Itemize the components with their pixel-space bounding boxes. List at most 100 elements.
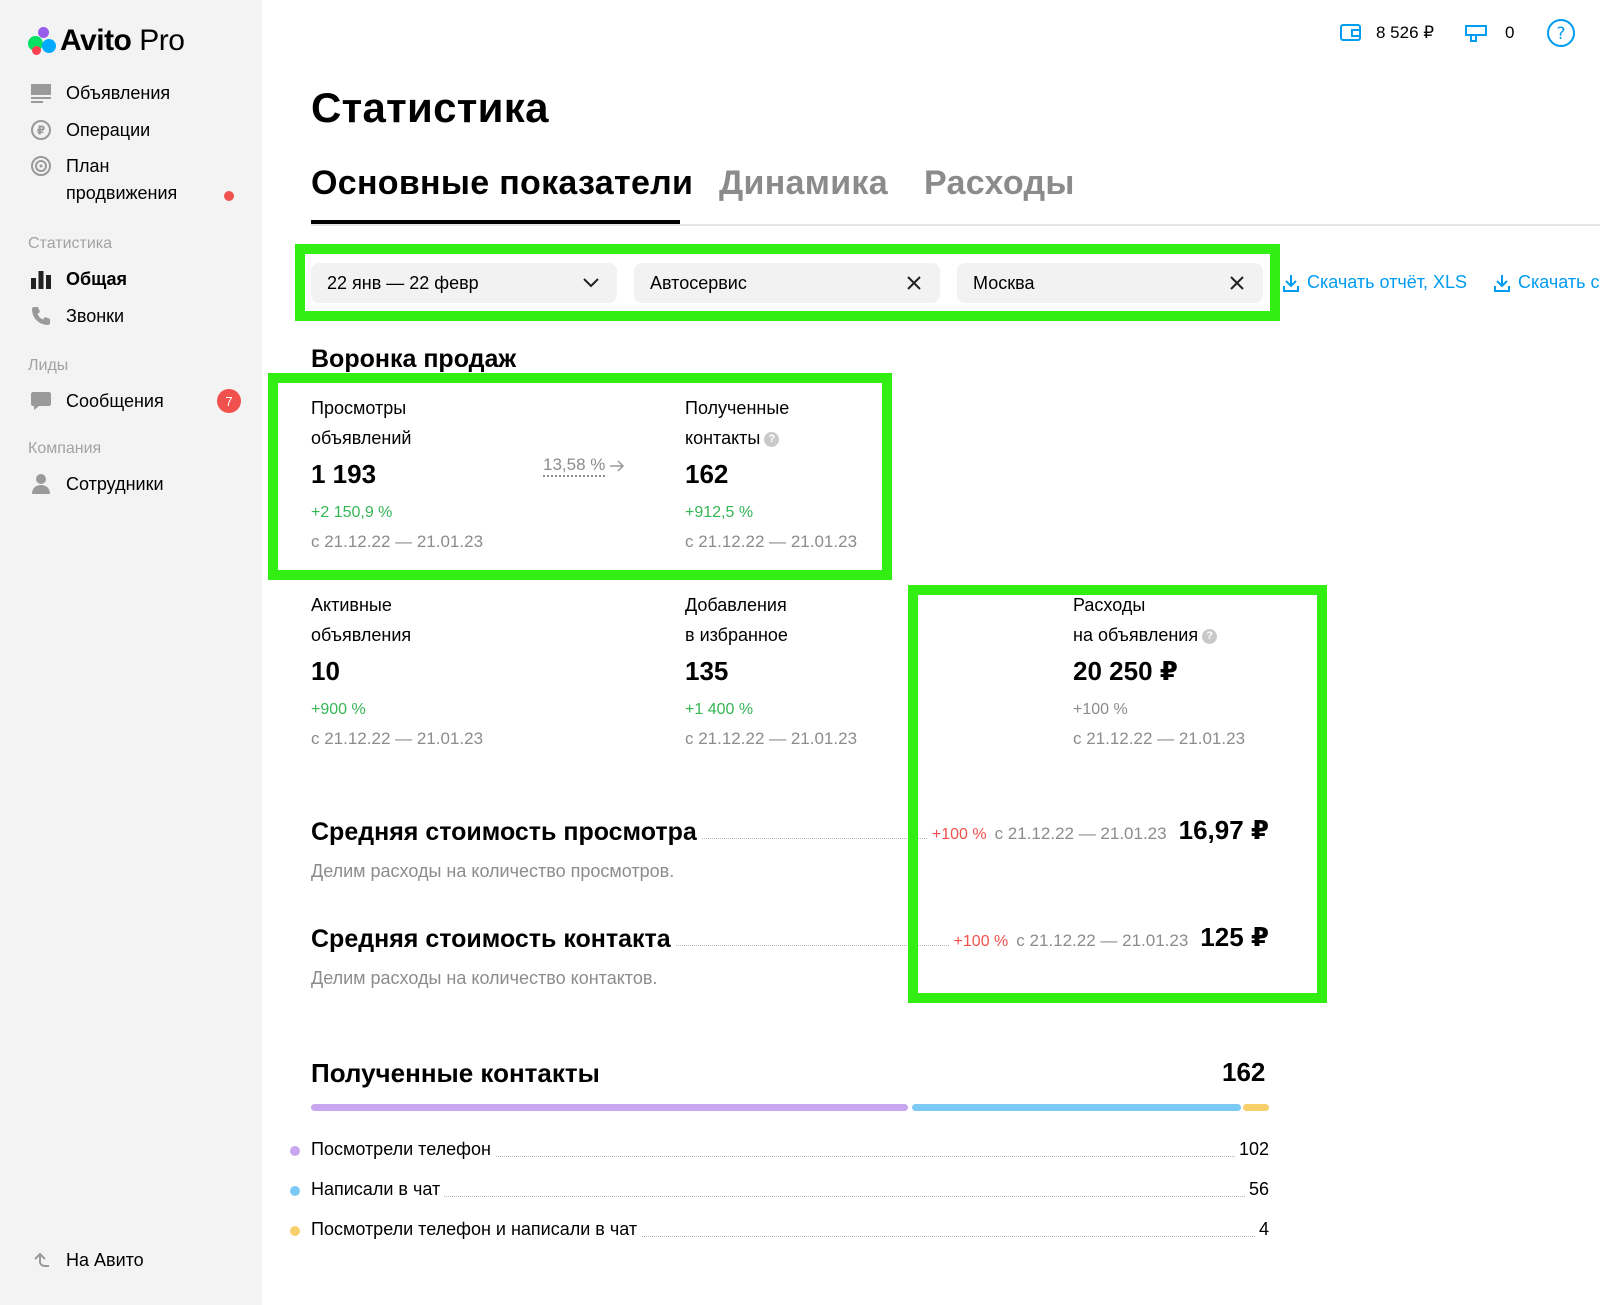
ads-icon [28,80,54,106]
bar-chart-icon [28,266,54,292]
active-ads-value: 10 [311,656,340,686]
sidebar-item-label: План продвижения [66,156,178,203]
sidebar-item-general[interactable]: Общая [28,266,127,293]
sidebar-item-label: Операции [66,120,151,140]
back-to-avito-link[interactable]: На Авито [28,1247,144,1274]
help-button[interactable]: ? [1546,18,1576,48]
period-select[interactable]: 22 янв — 22 февр [311,263,617,303]
metric-favorites: Добавления в избранное 135 +1 400 % с 21… [685,595,858,748]
sidebar-item-ads[interactable]: Объявления [28,80,170,107]
region-filter[interactable]: Москва [957,263,1263,303]
avg-cost-view-title: Средняя стоимость просмотра [311,818,701,846]
favorites-period: с 21.12.22 — 21.01.23 [685,729,858,748]
wallet-icon [1340,24,1361,41]
views-value: 1 193 [311,459,377,489]
balance-widget[interactable]: 8 526 ₽ [1340,18,1434,48]
download-icon [1494,274,1510,292]
contacts-value: 162 [685,459,729,489]
sidebar-item-employees[interactable]: Сотрудники [28,471,164,498]
metric-active-ads: Активные объявления 10 +900 % с 21.12.22… [311,595,484,748]
sidebar-item-label: Звонки [66,306,125,326]
legend-dot [290,1186,300,1196]
category-filter[interactable]: Автосервис [634,263,940,303]
tab-expenses[interactable]: Расходы [924,164,1075,203]
operations-icon: ₽ [28,117,54,143]
category-value: Автосервис [650,272,747,293]
download-other-label: Скачать с [1518,272,1600,292]
active-ads-change: +900 % [311,701,366,718]
message-icon [28,388,54,414]
bonus-icon [1465,25,1487,42]
active-ads-period: с 21.12.22 — 21.01.23 [311,729,484,748]
list-item: Посмотрели телефон 102 [290,1139,1269,1163]
legend-dot [290,1146,300,1156]
clear-category-icon[interactable] [902,271,926,295]
views-period: с 21.12.22 — 21.01.23 [311,532,484,551]
period-value: 22 янв — 22 февр [327,272,479,293]
phone-icon [28,303,54,329]
download-icon [1283,274,1299,292]
avito-logo-icon [28,26,58,56]
contacts-change: +912,5 % [685,504,754,521]
bonus-widget[interactable]: 0 [1465,18,1514,48]
back-arrow-icon [28,1247,54,1273]
sidebar-item-promotion-plan[interactable]: План продвижения [28,153,177,207]
section-company: Компания [28,440,102,457]
sidebar-item-label: Сотрудники [66,474,164,494]
svg-text:₽: ₽ [37,124,45,138]
sidebar-item-label: Объявления [66,83,171,103]
page-title: Статистика [311,84,549,131]
download-xls-label: Скачать отчёт, XLS [1307,272,1468,292]
sidebar-item-label: Сообщения [66,391,164,411]
section-statistics: Статистика [28,235,113,252]
legend-dot [290,1226,300,1236]
download-other-link[interactable]: Скачать с [1494,272,1600,293]
avg-cost-contact-change: +100 % [953,933,1009,950]
tab-main-indicators[interactable]: Основные показатели [311,164,693,203]
sidebar: Avito Pro Объявления ₽ Операции План про… [0,0,262,1305]
avito-pro-logo[interactable]: Avito Pro [28,24,185,58]
list-item: Посмотрели телефон и написали в чат 4 [290,1219,1269,1243]
sidebar-item-operations[interactable]: ₽ Операции [28,117,150,144]
favorites-change: +1 400 % [685,701,754,718]
avg-cost-view-value: 16,97 ₽ [1178,815,1269,845]
contacts-breakdown-total: 162 [1222,1057,1266,1087]
metric-contacts: Полученные контакты? 162 +912,5 % с 21.1… [685,398,858,551]
bar-segment-both [1243,1104,1269,1111]
tab-dynamics[interactable]: Динамика [719,164,888,203]
active-tab-indicator [311,220,680,224]
metric-views: Просмотры объявлений 1 193 +2 150,9 % с … [311,398,484,551]
region-value: Москва [973,272,1035,293]
download-xls-link[interactable]: Скачать отчёт, XLS [1283,272,1467,293]
svg-text:?: ? [1556,24,1565,44]
bonus-value: 0 [1505,23,1515,42]
notification-dot [224,191,234,201]
promotion-plan-icon [28,153,54,179]
avg-cost-contact-title: Средняя стоимость контакта [311,925,675,953]
avg-cost-view-change: +100 % [931,826,987,843]
avg-cost-contact-period: с 21.12.22 — 21.01.23 [1016,931,1189,950]
user-icon [28,471,54,497]
back-link-label: На Авито [66,1250,144,1270]
bar-segment-phone [311,1104,908,1111]
conversion-rate: 13,58 % [543,455,625,477]
views-change: +2 150,9 % [311,504,393,521]
tab-bar: Основные показатели Динамика Расходы [311,160,1600,226]
bar-segment-chat [912,1104,1241,1111]
chevron-down-icon [579,271,603,295]
messages-count-badge: 7 [217,389,241,413]
clear-region-icon[interactable] [1225,271,1249,295]
help-icon: ? [1547,19,1575,47]
contacts-period: с 21.12.22 — 21.01.23 [685,532,858,551]
avg-cost-contact-value: 125 ₽ [1200,922,1269,952]
section-leads: Лиды [28,357,69,374]
arrow-right-icon [610,460,625,472]
contacts-breakdown-title: Полученные контакты [311,1058,600,1088]
favorites-value: 135 [685,656,729,686]
sidebar-item-calls[interactable]: Звонки [28,303,124,330]
avg-cost-view-period: с 21.12.22 — 21.01.23 [994,824,1167,843]
sidebar-item-messages[interactable]: Сообщения [28,388,164,415]
funnel-title: Воронка продаж [311,345,517,373]
help-circle-icon[interactable]: ? [764,432,780,447]
list-item: Написали в чат 56 [290,1179,1269,1203]
